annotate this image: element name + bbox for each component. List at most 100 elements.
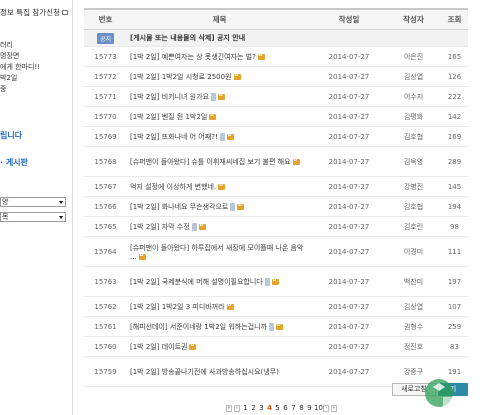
table-row[interactable]: 15770 [1박 2일] 벤질 된 1박2일 2014-07-27 김평화 142 bbox=[84, 107, 468, 127]
post-author[interactable]: 김상엽 bbox=[386, 72, 441, 82]
post-title-text[interactable]: [슈퍼맨이 돌아왔다] 슈틀 이휘재씨네집 보기 불편 해요 bbox=[130, 158, 291, 166]
table-row[interactable]: 15766 [1박 2일] 화나네요 무슨생각으로 2014-07-27 김호협 194 bbox=[84, 197, 468, 217]
post-author[interactable]: 정진호 bbox=[386, 342, 441, 352]
table-row[interactable]: 15760 [1박 2일] 데이트권 2014-07-27 정진호 83 bbox=[84, 337, 468, 357]
sidebar-select-2[interactable]: 목 bbox=[0, 212, 66, 222]
post-title-text[interactable]: [1박 2일] 1박2일 3 피디바꺼라 bbox=[130, 303, 225, 311]
table-row[interactable]: 15771 [1박 2일] 비키니녀 원가요 2014-07-27 이수지 222 bbox=[84, 87, 468, 107]
post-number: 15770 bbox=[94, 112, 117, 121]
post-author[interactable]: 이은진 bbox=[386, 52, 441, 62]
post-title-text[interactable]: [1박 2일] 1박2일 시청료 2500원 bbox=[130, 73, 232, 81]
post-author[interactable]: 강병진 bbox=[386, 182, 441, 192]
post-number: 15769 bbox=[94, 132, 117, 141]
post-title[interactable]: [1박 2일] 자막 수정 bbox=[127, 222, 312, 232]
page-link[interactable]: 5 bbox=[274, 404, 281, 412]
page-link[interactable]: 4 bbox=[266, 404, 273, 412]
blog-icon bbox=[237, 202, 245, 210]
post-title[interactable]: [1박 2일] 데이트권 bbox=[127, 342, 312, 352]
sidebar-select-1[interactable]: 양 bbox=[0, 197, 66, 207]
dropdown-arrow-icon bbox=[59, 201, 63, 204]
post-title[interactable]: [1박 2일] 또화나네 어 어째?! bbox=[127, 132, 312, 142]
table-row[interactable]: 15769 [1박 2일] 또화나네 어 어째?! 2014-07-27 김호협 169 bbox=[84, 127, 468, 147]
table-row[interactable]: 15763 [1박 2일] 국제분식에 머해 설명이필요합니다 2014-07-27… bbox=[84, 267, 468, 297]
post-title-text[interactable]: 억지 설정에 이상하게 변했네. bbox=[130, 183, 216, 191]
table-header: 번호 제목 작성일 작성자 조회 bbox=[84, 8, 468, 30]
post-title-text[interactable]: [슈퍼맨이 돌아왔다] 하루집에서 새장에 모이플때 나온 음악 ... bbox=[130, 244, 303, 261]
mobile-icon bbox=[268, 322, 274, 331]
sidebar-item-scenes[interactable]: 명장면 bbox=[0, 51, 40, 62]
table-row[interactable]: 15764 [슈퍼맨이 돌아왔다] 하루집에서 새장에 모이플때 나온 음악 ..… bbox=[84, 237, 468, 267]
post-title[interactable]: [슈퍼맨이 돌아왔다] 슈틀 이휘재씨네집 보기 불편 해요 bbox=[127, 157, 312, 167]
post-author[interactable]: 김호협 bbox=[386, 132, 441, 142]
header-date: 작성일 bbox=[338, 15, 360, 24]
sidebar-item-1n2d[interactable]: 박2일 bbox=[0, 73, 40, 84]
post-title-text[interactable]: [1박 2일] 국제분식에 머해 설명이필요합니다 bbox=[130, 278, 263, 286]
post-author[interactable]: 김평화 bbox=[386, 112, 441, 122]
post-title[interactable]: [1박 2일] 비키니녀 원가요 bbox=[127, 92, 312, 102]
post-title-text[interactable]: [1박 2일] 비키니녀 원가요 bbox=[130, 93, 209, 101]
header-title: 제목 bbox=[212, 15, 227, 24]
post-title-text[interactable]: [1박 2일] 자막 수정 bbox=[130, 223, 190, 231]
sidebar-item-message[interactable]: 에게 한마디!! bbox=[0, 62, 40, 73]
post-views: 126 bbox=[447, 72, 462, 81]
post-title-text[interactable]: [1박 2일] 예쁜여자는 상 못생긴여자는 벌? bbox=[130, 53, 256, 61]
page-link[interactable]: 8 bbox=[298, 404, 305, 412]
table-row[interactable]: 15761 [해피선데이] 서준이네랑 1박2일 워하는겁니까 2014-07-27… bbox=[84, 317, 468, 337]
prev-page-icon[interactable]: ‹ bbox=[234, 404, 240, 412]
first-page-icon[interactable]: « bbox=[226, 404, 232, 412]
post-author[interactable]: 김호린 bbox=[386, 222, 441, 232]
site-watermark-logo bbox=[425, 379, 465, 407]
post-title[interactable]: 억지 설정에 이상하게 변했네. bbox=[127, 182, 312, 192]
next-page-icon[interactable]: › bbox=[323, 404, 329, 412]
table-row[interactable]: 15772 [1박 2일] 1박2일 시청료 2500원 2014-07-27 김상엽… bbox=[84, 67, 468, 87]
post-author[interactable]: 이경미 bbox=[386, 247, 441, 257]
post-author[interactable]: 김옥영 bbox=[386, 157, 441, 167]
post-author[interactable]: 김상엽 bbox=[386, 302, 441, 312]
post-title[interactable]: [1박 2일] 화나네요 무슨생각으로 bbox=[127, 202, 312, 212]
post-title-text[interactable]: [해피선데이] 서준이네랑 1박2일 워하는겁니까 bbox=[130, 323, 267, 331]
post-views: 222 bbox=[447, 92, 462, 101]
pagination: « ‹ 1 2 3 4 5 6 7 8 9 10 › » bbox=[226, 404, 337, 412]
post-views: 145 bbox=[447, 182, 462, 191]
page-link[interactable]: 1 bbox=[242, 404, 249, 412]
post-title[interactable]: [1박 2일] 예쁜여자는 상 못생긴여자는 벌? bbox=[127, 52, 312, 62]
post-number: 15772 bbox=[94, 72, 117, 81]
page-link[interactable]: 2 bbox=[250, 404, 257, 412]
post-title-text[interactable]: [1박 2일] 화나네요 무슨생각으로 bbox=[130, 203, 228, 211]
page-link[interactable]: 3 bbox=[258, 404, 265, 412]
page-link[interactable]: 7 bbox=[290, 404, 297, 412]
post-title[interactable]: [1박 2일] 벤질 된 1박2일 bbox=[127, 112, 312, 122]
post-title-text[interactable]: [1박 2일] 벤질 된 1박2일 bbox=[130, 113, 207, 121]
notice-title[interactable]: [게시물 또는 내용물의 삭제] 공지 안내 bbox=[127, 33, 468, 43]
post-author[interactable]: 김호협 bbox=[386, 202, 441, 212]
table-row[interactable]: 15768 [슈퍼맨이 돌아왔다] 슈틀 이휘재씨네집 보기 불편 해요 2014-… bbox=[84, 147, 468, 177]
table-row[interactable]: 15767 억지 설정에 이상하게 변했네. 2014-07-27 강병진 145 bbox=[84, 177, 468, 197]
post-author[interactable]: 백찬미 bbox=[386, 277, 441, 287]
mobile-icon bbox=[230, 202, 236, 211]
notice-row[interactable]: 공지 [게시물 또는 내용물의 삭제] 공지 안내 bbox=[84, 30, 468, 47]
post-title[interactable]: [1박 2일] 방송끝나기전에 사과방송하십시요(냉무) bbox=[127, 367, 312, 377]
sidebar-item-end[interactable]: 종 bbox=[0, 84, 40, 95]
post-title[interactable]: [1박 2일] 1박2일 시청료 2500원 bbox=[127, 72, 312, 82]
post-title-text[interactable]: [1박 2일] 데이트권 bbox=[130, 343, 187, 351]
sidebar-item-gallery[interactable]: 러리 bbox=[0, 40, 40, 51]
post-author[interactable]: 이수지 bbox=[386, 92, 441, 102]
table-row[interactable]: 15762 [1박 2일] 1박2일 3 피디바꺼라 2014-07-27 김상엽 10… bbox=[84, 297, 468, 317]
post-title[interactable]: [1박 2일] 국제분식에 머해 설명이필요합니다 bbox=[127, 277, 312, 287]
post-number: 15762 bbox=[94, 302, 117, 311]
post-views: 194 bbox=[447, 202, 462, 211]
page-link[interactable]: 10 bbox=[314, 404, 323, 412]
post-title[interactable]: [해피선데이] 서준이네랑 1박2일 워하는겁니까 bbox=[127, 322, 312, 332]
last-page-icon[interactable]: » bbox=[331, 404, 337, 412]
table-row[interactable]: 15765 [1박 2일] 자막 수정 2014-07-27 김호린 98 bbox=[84, 217, 468, 237]
post-title-text[interactable]: [1박 2일] 또화나네 어 어째?! bbox=[130, 133, 218, 141]
post-author[interactable]: 권형수 bbox=[386, 322, 441, 332]
page-link[interactable]: 6 bbox=[282, 404, 289, 412]
special-signup-link[interactable]: 정보 특집 참가신청 bbox=[0, 7, 68, 18]
post-date: 2014-07-27 bbox=[328, 92, 370, 101]
post-title-text[interactable]: [1박 2일] 방송끝나기전에 사과방송하십시요(냉무) bbox=[130, 368, 279, 376]
post-title[interactable]: [슈퍼맨이 돌아왔다] 하루집에서 새장에 모이플때 나온 음악 ... bbox=[127, 243, 312, 261]
post-title[interactable]: [1박 2일] 1박2일 3 피디바꺼라 bbox=[127, 302, 312, 312]
table-row[interactable]: 15773 [1박 2일] 예쁜여자는 상 못생긴여자는 벌? 2014-07-27… bbox=[84, 47, 468, 67]
page-link[interactable]: 9 bbox=[306, 404, 313, 412]
